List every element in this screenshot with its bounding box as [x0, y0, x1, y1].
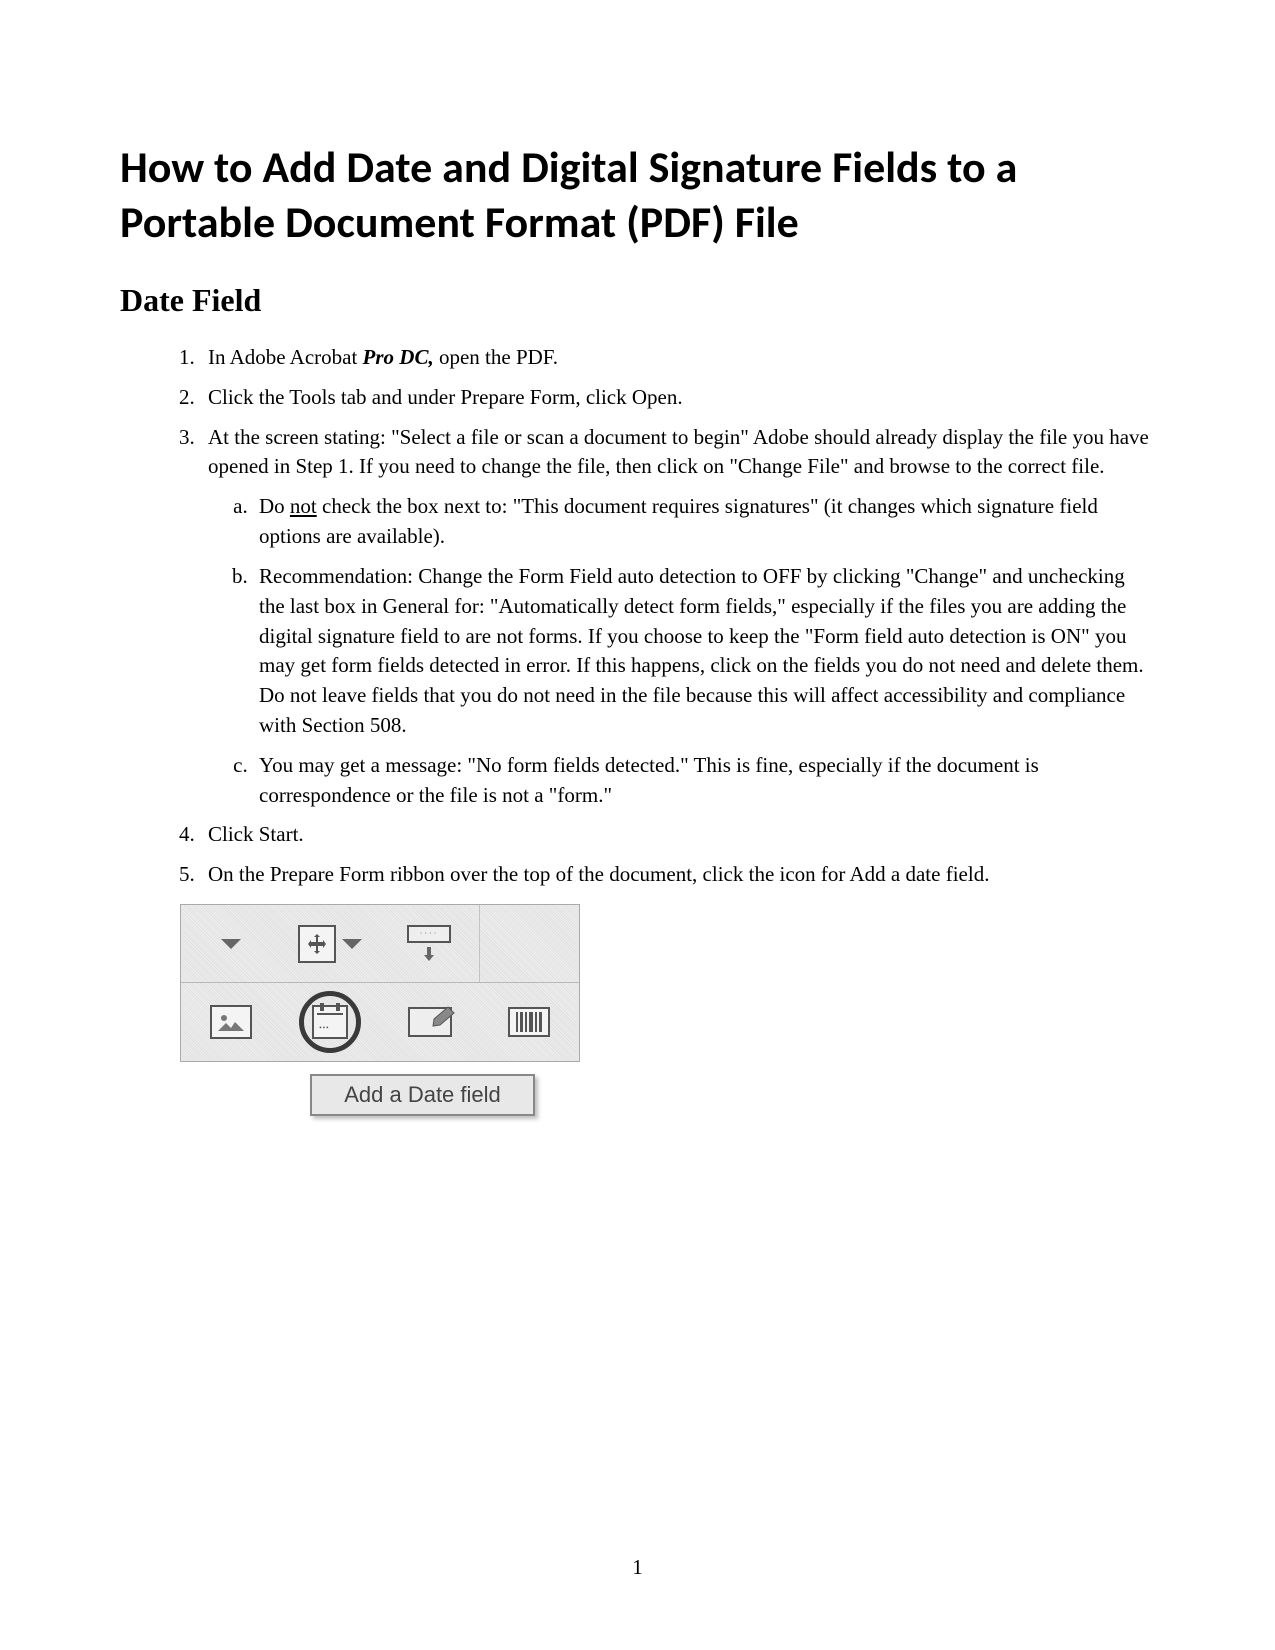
tooltip-add-date-field: Add a Date field — [310, 1074, 535, 1116]
ribbon-cell-dropdown — [181, 905, 280, 982]
step-2: Click the Tools tab and under Prepare Fo… — [200, 383, 1155, 413]
page-title: How to Add Date and Digital Signature Fi… — [120, 140, 1155, 250]
section-heading-date-field: Date Field — [120, 282, 1155, 319]
step-3-text: At the screen stating: "Select a file or… — [208, 425, 1149, 479]
step-3: At the screen stating: "Select a file or… — [200, 423, 1155, 811]
text-field-icon: ···· — [407, 925, 451, 963]
step-3a-pre: Do — [259, 494, 290, 518]
step-3a-post: check the box next to: "This document re… — [259, 494, 1098, 548]
ribbon-cell-date-circled: ••• — [281, 983, 381, 1061]
ribbon-cell-empty-top — [480, 905, 579, 982]
step-3c: You may get a message: "No form fields d… — [253, 751, 1155, 811]
step-4: Click Start. — [200, 820, 1155, 850]
ribbon-row-bottom: ••• — [181, 983, 579, 1061]
ribbon-screenshot: ···· ••• — [180, 904, 580, 1116]
ribbon-panel: ···· ••• — [180, 904, 580, 1062]
ribbon-cell-textfield: ···· — [380, 905, 480, 982]
step-1-product-name: Pro DC, — [363, 345, 434, 369]
step-1-text-post: open the PDF. — [434, 345, 558, 369]
step-1: In Adobe Acrobat Pro DC, open the PDF. — [200, 343, 1155, 373]
ribbon-cell-signature — [380, 983, 480, 1061]
date-field-icon: ••• — [312, 1005, 348, 1039]
image-field-icon — [210, 1005, 252, 1039]
barcode-field-icon — [508, 1007, 550, 1037]
chevron-down-icon — [221, 939, 241, 949]
ribbon-cell-image — [181, 983, 281, 1061]
highlight-circle-icon: ••• — [299, 991, 361, 1053]
step-3b: Recommendation: Change the Form Field au… — [253, 562, 1155, 741]
ribbon-cell-barcode — [480, 983, 580, 1061]
ribbon-row-top: ···· — [181, 905, 579, 983]
move-tool-icon — [298, 925, 336, 963]
step-3a-not: not — [290, 494, 317, 518]
step-3-sublist: Do not check the box next to: "This docu… — [208, 492, 1155, 810]
page-number: 1 — [0, 1555, 1275, 1580]
step-1-text-pre: In Adobe Acrobat — [208, 345, 363, 369]
ribbon-cell-move — [280, 905, 379, 982]
step-3a: Do not check the box next to: "This docu… — [253, 492, 1155, 552]
step-5: On the Prepare Form ribbon over the top … — [200, 860, 1155, 890]
instruction-list: In Adobe Acrobat Pro DC, open the PDF. C… — [120, 343, 1155, 890]
signature-field-icon — [408, 1007, 452, 1037]
chevron-down-icon — [342, 939, 362, 949]
